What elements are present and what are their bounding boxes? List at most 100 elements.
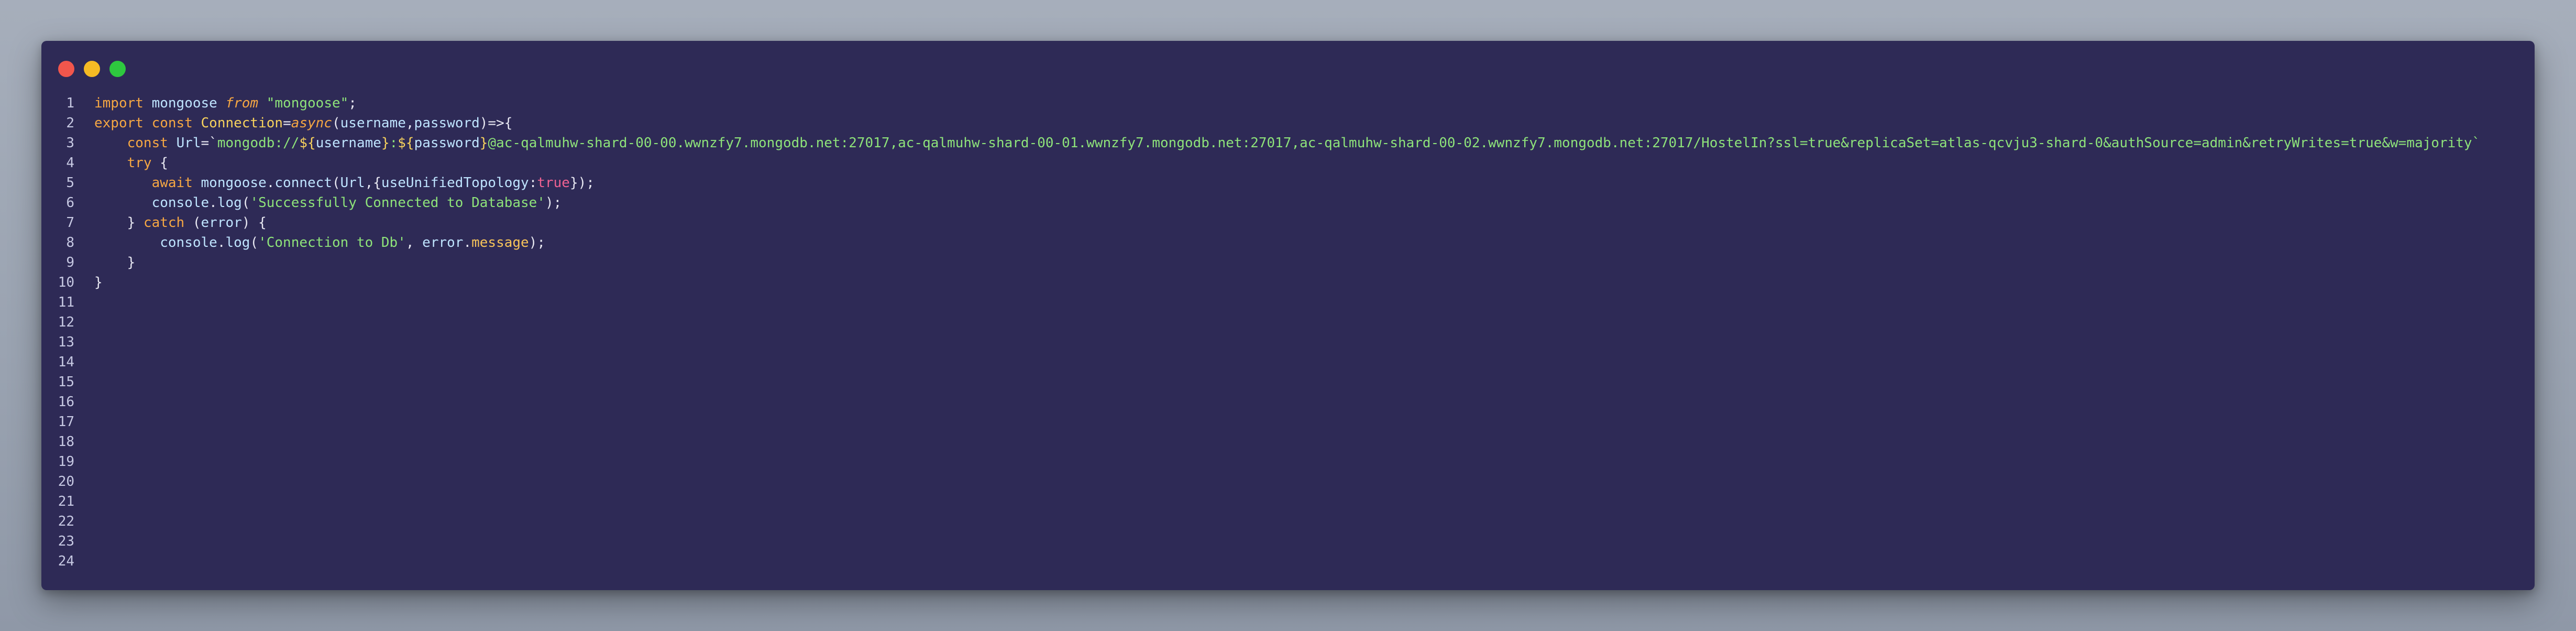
code-token: "mongoose" <box>266 95 349 111</box>
code-text: export const Connection=async(username,p… <box>94 113 512 133</box>
code-line[interactable]: 20 <box>41 472 2535 492</box>
code-token: } <box>479 135 488 151</box>
code-token: ${ <box>299 135 316 151</box>
code-token: ) { <box>241 215 267 231</box>
code-token: ( <box>332 175 340 191</box>
code-line[interactable]: 18 <box>41 432 2535 452</box>
line-number: 18 <box>58 434 74 450</box>
code-line[interactable]: 13 <box>41 332 2535 352</box>
code-token: ( <box>250 235 259 251</box>
code-token: catch <box>143 215 185 231</box>
code-line[interactable]: 17 <box>41 412 2535 432</box>
code-token: . <box>209 195 217 211</box>
line-number: 16 <box>58 394 74 410</box>
line-number: 24 <box>58 553 74 569</box>
code-line[interactable]: 11 <box>41 292 2535 312</box>
code-token: ); <box>545 195 562 211</box>
window-controls <box>58 61 126 78</box>
code-token: Url <box>340 175 365 191</box>
code-line[interactable]: 8 console.log('Connection to Db', error.… <box>41 233 2535 253</box>
code-token: } <box>381 135 390 151</box>
code-line[interactable]: 16 <box>41 392 2535 412</box>
minimize-window-button[interactable] <box>84 61 100 77</box>
code-token: : <box>389 135 398 151</box>
line-number: 5 <box>66 175 74 191</box>
code-line[interactable]: 23 <box>41 531 2535 551</box>
code-token: ${ <box>398 135 414 151</box>
code-token: mongoose <box>201 175 267 191</box>
code-token: connect <box>274 175 332 191</box>
code-token: ( <box>184 215 201 231</box>
line-number: 8 <box>66 235 74 251</box>
code-text: console.log('Connection to Db', error.me… <box>94 233 545 253</box>
code-token: , <box>405 235 423 251</box>
line-number: 1 <box>66 95 74 111</box>
code-token: Connection <box>201 115 283 131</box>
code-line[interactable]: 14 <box>41 352 2535 372</box>
code-line[interactable]: 24 <box>41 551 2535 571</box>
line-number: 22 <box>58 514 74 529</box>
code-token: await <box>151 175 193 191</box>
code-token: ); <box>529 235 545 251</box>
line-number: 10 <box>58 275 74 290</box>
code-token: 'Connection to Db' <box>258 235 406 251</box>
code-token: ; <box>348 95 357 111</box>
code-line[interactable]: 15 <box>41 372 2535 392</box>
code-token: @ac-qalmuhw-shard-00-00.wwnzfy7.mongodb.… <box>488 135 2481 151</box>
code-token: try <box>127 155 152 171</box>
code-token: async <box>291 115 332 131</box>
close-window-button[interactable] <box>58 61 74 77</box>
line-number: 14 <box>58 354 74 370</box>
code-line[interactable]: 12 <box>41 312 2535 332</box>
line-number: 13 <box>58 334 74 350</box>
code-token: log <box>225 235 250 251</box>
code-token: , <box>405 115 414 131</box>
code-text: } <box>94 273 103 292</box>
code-line[interactable]: 2 export const Connection=async(username,… <box>41 113 2535 133</box>
code-line[interactable]: 10} <box>41 273 2535 292</box>
code-line[interactable]: 4 try { <box>41 153 2535 173</box>
line-number: 15 <box>58 374 74 390</box>
code-text: const Url=`mongodb://${username}:${passw… <box>94 133 2481 153</box>
code-text: await mongoose.connect(Url,{useUnifiedTo… <box>94 173 595 193</box>
code-line[interactable]: 9 } <box>41 253 2535 273</box>
code-token: useUnifiedTopology <box>381 175 529 191</box>
code-token: : <box>529 175 537 191</box>
code-line[interactable]: 7 } catch (error) { <box>41 213 2535 233</box>
line-number: 3 <box>66 135 74 151</box>
code-line[interactable]: 5 await mongoose.connect(Url,{useUnified… <box>41 173 2535 193</box>
line-number: 6 <box>66 195 74 211</box>
code-line[interactable]: 19 <box>41 452 2535 472</box>
code-line[interactable]: 21 <box>41 492 2535 512</box>
line-number: 11 <box>58 295 74 310</box>
code-line[interactable]: 3 const Url=`mongodb://${username}:${pas… <box>41 133 2535 153</box>
code-token: . <box>266 175 275 191</box>
code-token: mongoose <box>151 95 217 111</box>
code-line[interactable]: 22 <box>41 512 2535 531</box>
code-token: } <box>94 275 103 290</box>
code-token: = <box>283 115 291 131</box>
code-line[interactable]: 6 console.log('Successfully Connected to… <box>41 193 2535 213</box>
code-token: console <box>160 235 217 251</box>
code-token: const <box>127 135 168 151</box>
code-token: export <box>94 115 144 131</box>
code-editor[interactable]: 1 import mongoose from "mongoose"; 2 export… <box>41 93 2535 590</box>
code-line[interactable]: 1 import mongoose from "mongoose"; <box>41 93 2535 113</box>
line-number: 21 <box>58 494 74 509</box>
code-token: }); <box>569 175 595 191</box>
line-number: 9 <box>66 255 74 270</box>
line-number: 7 <box>66 215 74 231</box>
code-token: error <box>422 235 464 251</box>
code-token: )=>{ <box>479 115 513 131</box>
maximize-window-button[interactable] <box>109 61 126 77</box>
code-token: import <box>94 95 144 111</box>
code-token: ,{ <box>365 175 381 191</box>
